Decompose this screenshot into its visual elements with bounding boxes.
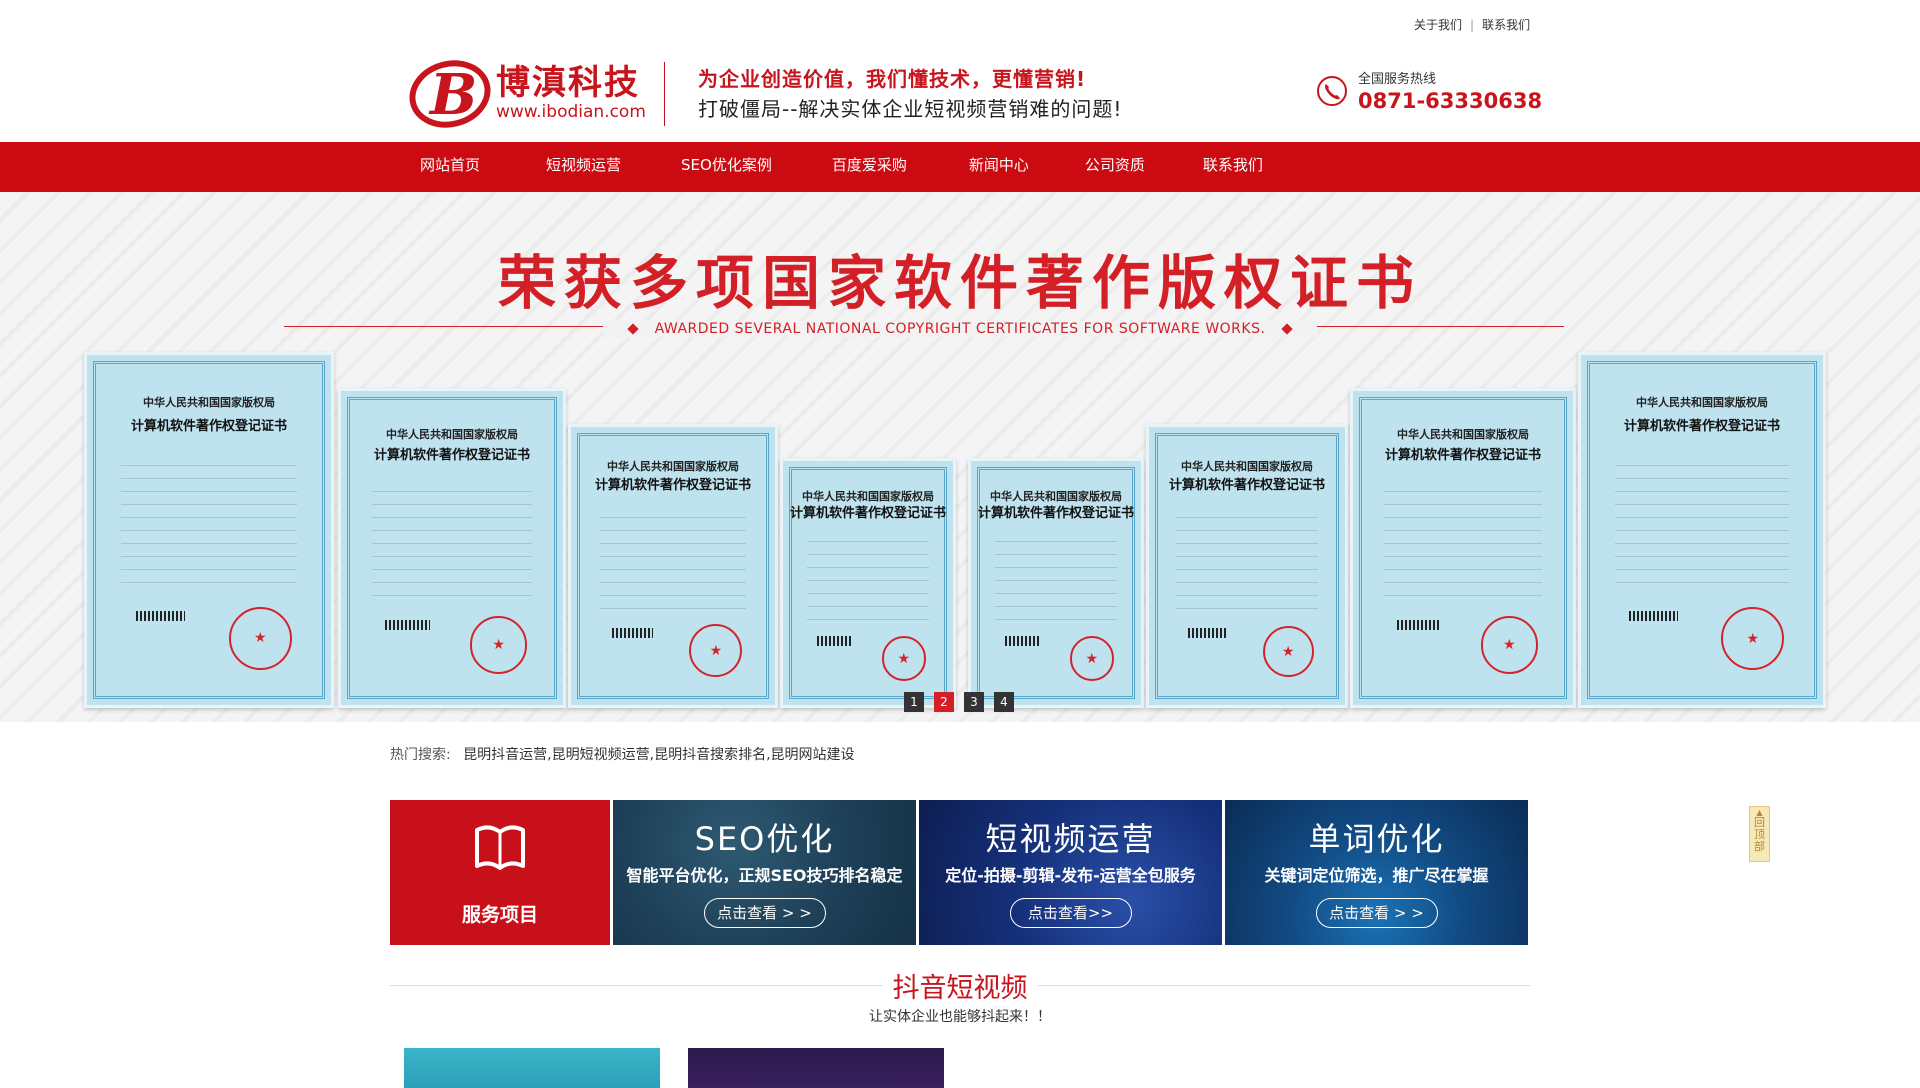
svg-text:B: B [428,62,477,128]
contact-link[interactable]: 联系我们 [1482,16,1530,33]
view-more-button[interactable]: 点击查看>> [1009,898,1132,928]
certificate-title-1: 中华人民共和国国家版权局 [802,489,934,503]
logo-b-icon: B [408,58,492,128]
certificate-title-2: 计算机软件著作权登记证书 [130,418,287,434]
view-more-button[interactable]: 点击查看 > > [703,898,826,928]
view-more-button[interactable]: 点击查看 > > [1315,898,1438,928]
top-links-separator: | [1470,17,1475,32]
banner-title: 荣获多项国家软件著作版权证书 [497,249,1422,317]
nav-item-short-video[interactable]: 短视频运营 [522,142,645,192]
certificate-title-1: 中华人民共和国国家版权局 [143,395,275,409]
seal-icon [689,624,743,678]
video-thumbnail[interactable] [688,1048,944,1088]
section-title: 抖音短视频 [882,973,1038,1004]
certificate-image: 中华人民共和国国家版权局 计算机软件著作权登记证书 [780,458,956,708]
diamond-icon [626,323,639,335]
banner-subtitle-row: AWARDED SEVERAL NATIONAL COPYRIGHT CERTI… [0,318,1920,337]
video-thumbnail[interactable] [404,1048,660,1088]
certificate-title-2: 计算机软件著作权登记证书 [1623,418,1780,434]
certificate-title-1: 中华人民共和国国家版权局 [1181,459,1313,473]
service-card-desc: 关键词定位筛选，推广尽在掌握 [1264,866,1489,885]
certificate-title-1: 中华人民共和国国家版权局 [386,427,518,441]
top-links: 关于我们 | 联系我们 [1414,16,1530,33]
seal-icon [1069,636,1114,681]
certificate-image: 中华人民共和国国家版权局 计算机软件著作权登记证书 [568,424,778,708]
seal-icon [1262,626,1314,678]
certificate-title-2: 计算机软件著作权登记证书 [789,506,946,522]
certificate-title-1: 中华人民共和国国家版权局 [1636,395,1768,409]
certificate-title-1: 中华人民共和国国家版权局 [1397,427,1529,441]
nav-item-contact[interactable]: 联系我们 [1179,142,1287,192]
slider-dot-2[interactable]: 2 [934,692,954,712]
nav-item-baidu-purchase[interactable]: 百度爱采购 [808,142,931,192]
certificate-image: 中华人民共和国国家版权局 计算机软件著作权登记证书 [338,388,566,708]
logo-url: www.ibodian.com [496,102,646,122]
slogan-line-2: 打破僵局--解决实体企业短视频营销难的问题! [698,97,1123,121]
nav-item-news[interactable]: 新闻中心 [945,142,1053,192]
seal-icon [228,606,292,670]
certificate-title-2: 计算机软件著作权登记证书 [594,478,751,494]
hot-search-links[interactable]: 昆明抖音运营,昆明短视频运营,昆明抖音搜索排名,昆明网站建设 [463,747,854,763]
services-header-label: 服务项目 [461,904,538,926]
certificate-title-1: 中华人民共和国国家版权局 [990,489,1122,503]
phone-icon [1316,75,1348,111]
section-title-row: 抖音短视频 [0,966,1920,1005]
services-header: 服务项目 [390,800,610,945]
nav-item-seo-cases[interactable]: SEO优化案例 [657,142,796,192]
book-icon [473,822,527,872]
slider-dot-1[interactable]: 1 [904,692,924,712]
services-section: 服务项目 SEO优化 智能平台优化，正规SEO技巧排名稳定 点击查看 > > 短… [390,800,1528,945]
header-divider [664,62,665,126]
slider-dot-4[interactable]: 4 [994,692,1014,712]
certificate-image: 中华人民共和国国家版权局 计算机软件著作权登记证书 [968,458,1144,708]
hot-search-label: 热门搜索: [390,747,451,763]
certificate-title-2: 计算机软件著作权登记证书 [1384,448,1541,464]
nav-item-qualifications[interactable]: 公司资质 [1061,142,1169,192]
back-to-top-label: 回顶部 [1754,816,1765,853]
certificate-title-2: 计算机软件著作权登记证书 [977,506,1134,522]
seal-icon [881,636,926,681]
about-link[interactable]: 关于我们 [1414,16,1462,33]
certificate-image: 中华人民共和国国家版权局 计算机软件著作权登记证书 [84,352,334,708]
service-card-seo[interactable]: SEO优化 智能平台优化，正规SEO技巧排名稳定 点击查看 > > [613,800,916,945]
service-card-short-video[interactable]: 短视频运营 定位-拍摄-剪辑-发布-运营全包服务 点击查看>> [919,800,1222,945]
service-card-desc: 定位-拍摄-剪辑-发布-运营全包服务 [945,866,1196,885]
certificate-image: 中华人民共和国国家版权局 计算机软件著作权登记证书 [1578,352,1826,708]
certificate-image: 中华人民共和国国家版权局 计算机软件著作权登记证书 [1350,388,1576,708]
hot-search: 热门搜索: 昆明抖音运营,昆明短视频运营,昆明抖音搜索排名,昆明网站建设 [390,744,855,764]
logo[interactable]: B 博滇科技 www.ibodian.com [408,58,646,128]
seal-icon [1480,616,1538,674]
certificate-title-2: 计算机软件著作权登记证书 [1168,478,1325,494]
service-card-desc: 智能平台优化，正规SEO技巧排名稳定 [626,866,903,885]
hotline: 全国服务热线 0871-63330638 [1316,72,1542,114]
slogan: 为企业创造价值，我们懂技术，更懂营销! 打破僵局--解决实体企业短视频营销难的问… [698,64,1122,124]
service-card-title: 单词优化 [1308,820,1445,858]
seal-icon [1721,607,1785,670]
back-to-top-button[interactable]: ▲ 回顶部 [1749,806,1770,862]
service-card-title: 短视频运营 [985,820,1156,858]
certificate-title-1: 中华人民共和国国家版权局 [607,459,739,473]
logo-name: 博滇科技 [496,63,640,103]
slider-pagination: 1 2 3 4 [904,692,1014,712]
slider-dot-3[interactable]: 3 [964,692,984,712]
hotline-label: 全国服务热线 [1358,72,1437,87]
nav-item-home[interactable]: 网站首页 [396,142,504,192]
slogan-line-1: 为企业创造价值，我们懂技术，更懂营销! [698,67,1087,91]
seal-icon [469,615,528,674]
service-card-title: SEO优化 [694,820,835,858]
section-subtitle: 让实体企业也能够抖起来！！ [869,1009,1051,1025]
diamond-icon [1281,323,1294,335]
hotline-number: 0871-63330638 [1358,89,1543,113]
service-card-keyword[interactable]: 单词优化 关键词定位筛选，推广尽在掌握 点击查看 > > [1225,800,1528,945]
banner-slider[interactable]: 荣获多项国家软件著作版权证书 AWARDED SEVERAL NATIONAL … [0,192,1920,722]
certificate-image: 中华人民共和国国家版权局 计算机软件著作权登记证书 [1146,424,1348,708]
banner-subtitle: AWARDED SEVERAL NATIONAL COPYRIGHT CERTI… [654,321,1266,337]
main-nav: 网站首页 短视频运营 SEO优化案例 百度爱采购 新闻中心 公司资质 联系我们 [0,142,1920,192]
certificate-title-2: 计算机软件著作权登记证书 [373,448,530,464]
